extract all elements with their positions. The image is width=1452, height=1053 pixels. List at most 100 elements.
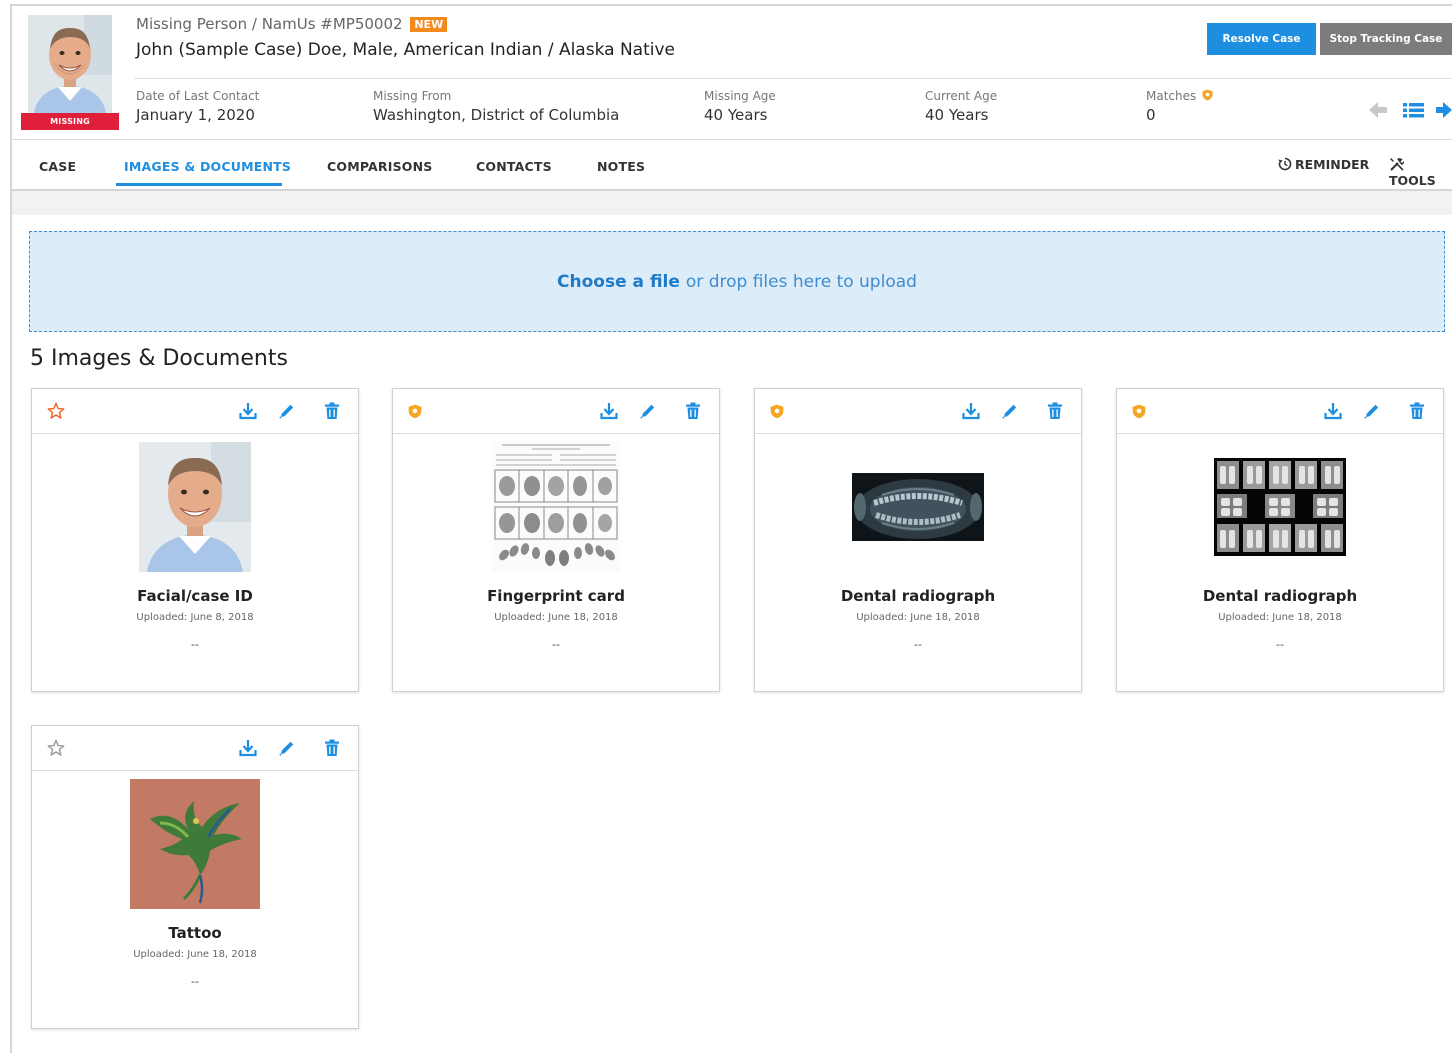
card-toolbar (32, 389, 358, 434)
document-card[interactable]: Facial/case ID Uploaded: June 8, 2018 -- (31, 388, 359, 692)
card-title: Dental radiograph (1202, 587, 1358, 605)
edit-icon[interactable] (277, 401, 297, 421)
card-title: Tattoo (168, 924, 222, 942)
tools-label: TOOLS (1389, 173, 1436, 188)
meta-label: Matches (1146, 89, 1213, 103)
fingerprint-card-image (492, 441, 620, 573)
edit-icon[interactable] (277, 738, 297, 758)
next-arrow-icon[interactable] (1436, 100, 1452, 120)
section-title: 5 Images & Documents (30, 346, 288, 371)
stop-tracking-button[interactable]: Stop Tracking Case (1320, 23, 1452, 55)
meta-matches: Matches 0 (1146, 89, 1213, 124)
star-icon[interactable] (46, 738, 66, 758)
previous-arrow-icon[interactable] (1367, 100, 1389, 120)
meta-value: 40 Years (704, 106, 768, 124)
meta-value: 0 (1146, 106, 1156, 124)
download-icon[interactable] (238, 401, 258, 421)
edit-icon[interactable] (1000, 401, 1020, 421)
card-title: Facial/case ID (137, 587, 253, 605)
resolve-case-button[interactable]: Resolve Case (1207, 23, 1316, 55)
document-card[interactable]: Dental radiograph Uploaded: June 18, 201… (754, 388, 1082, 692)
edit-icon[interactable] (1362, 401, 1382, 421)
card-upload-date: Uploaded: June 18, 2018 (1218, 612, 1342, 623)
dental-panoramic-image (852, 473, 984, 541)
tools-icon (1390, 158, 1405, 171)
card-thumbnail[interactable] (1117, 433, 1443, 581)
delete-icon[interactable] (683, 401, 703, 421)
tab-images-documents[interactable]: IMAGES & DOCUMENTS (124, 159, 291, 174)
avatar (28, 15, 112, 113)
tools-button[interactable]: TOOLS (1389, 157, 1452, 188)
edit-icon[interactable] (638, 401, 658, 421)
meta-label: Missing Age (704, 89, 776, 103)
meta-label: Current Age (925, 89, 998, 103)
meta-current-age: Current Age 40 Years (925, 89, 997, 124)
new-tag: NEW (410, 17, 448, 32)
meta-label: Missing From (373, 89, 452, 103)
header-divider (134, 78, 1452, 79)
delete-icon[interactable] (1407, 401, 1427, 421)
shield-icon (1202, 89, 1213, 101)
file-dropzone[interactable]: Choose a file or drop files here to uplo… (29, 231, 1445, 332)
card-title: Fingerprint card (487, 587, 625, 605)
card-description: -- (191, 638, 199, 651)
card-thumbnail[interactable] (755, 433, 1081, 581)
tab-comparisons[interactable]: COMPARISONS (327, 159, 433, 174)
card-upload-date: Uploaded: June 8, 2018 (136, 612, 254, 623)
meta-missing-age: Missing Age 40 Years (704, 89, 776, 124)
meta-label: Date of Last Contact (136, 89, 260, 103)
card-toolbar (755, 389, 1081, 434)
card-upload-date: Uploaded: June 18, 2018 (856, 612, 980, 623)
card-description: -- (914, 638, 922, 651)
content-top-band (12, 191, 1452, 215)
delete-icon[interactable] (322, 738, 342, 758)
choose-file-link[interactable]: Choose a file (557, 272, 680, 292)
person-name: John (Sample Case) Doe, Male, American I… (136, 40, 675, 60)
document-card[interactable]: Fingerprint card Uploaded: June 18, 2018… (392, 388, 720, 692)
history-icon (1278, 157, 1292, 171)
download-icon[interactable] (599, 401, 619, 421)
card-thumbnail[interactable] (32, 433, 358, 581)
card-title: Dental radiograph (840, 587, 996, 605)
card-description: -- (191, 975, 199, 988)
status-badge: MISSING (21, 113, 119, 130)
list-view-icon[interactable] (1403, 100, 1424, 120)
active-tab-indicator (116, 183, 282, 186)
case-number: Missing Person / NamUs #MP50002 NEW (136, 15, 448, 33)
reminder-label: REMINDER (1295, 157, 1370, 172)
shield-icon (405, 401, 425, 421)
download-icon[interactable] (961, 401, 981, 421)
tab-notes[interactable]: NOTES (597, 159, 645, 174)
card-toolbar (32, 726, 358, 771)
star-icon[interactable] (46, 401, 66, 421)
card-toolbar (393, 389, 719, 434)
delete-icon[interactable] (1045, 401, 1065, 421)
meta-value: Washington, District of Columbia (373, 106, 620, 124)
dropzone-text: or drop files here to upload (685, 271, 917, 292)
facial-photo-image (139, 442, 251, 572)
tab-case[interactable]: CASE (39, 159, 76, 174)
card-description: -- (552, 638, 560, 651)
shield-icon (1129, 401, 1149, 421)
dental-xray-series-image (1214, 458, 1346, 556)
document-card[interactable]: Tattoo Uploaded: June 18, 2018 -- (31, 725, 359, 1029)
header-divider-bottom (10, 139, 1452, 140)
card-upload-date: Uploaded: June 18, 2018 (494, 612, 618, 623)
card-thumbnail[interactable] (32, 770, 358, 918)
download-icon[interactable] (1323, 401, 1343, 421)
meta-value: January 1, 2020 (136, 106, 255, 124)
reminder-button[interactable]: REMINDER (1278, 157, 1369, 172)
card-upload-date: Uploaded: June 18, 2018 (133, 949, 257, 960)
meta-last-contact: Date of Last Contact January 1, 2020 (136, 89, 259, 124)
card-toolbar (1117, 389, 1443, 434)
meta-value: 40 Years (925, 106, 989, 124)
case-line-text: Missing Person / NamUs #MP50002 (136, 15, 403, 33)
card-description: -- (1276, 638, 1284, 651)
card-thumbnail[interactable] (393, 433, 719, 581)
delete-icon[interactable] (322, 401, 342, 421)
meta-missing-from: Missing From Washington, District of Col… (373, 89, 619, 124)
tab-contacts[interactable]: CONTACTS (476, 159, 552, 174)
shield-icon (767, 401, 787, 421)
download-icon[interactable] (238, 738, 258, 758)
document-card[interactable]: Dental radiograph Uploaded: June 18, 201… (1116, 388, 1444, 692)
